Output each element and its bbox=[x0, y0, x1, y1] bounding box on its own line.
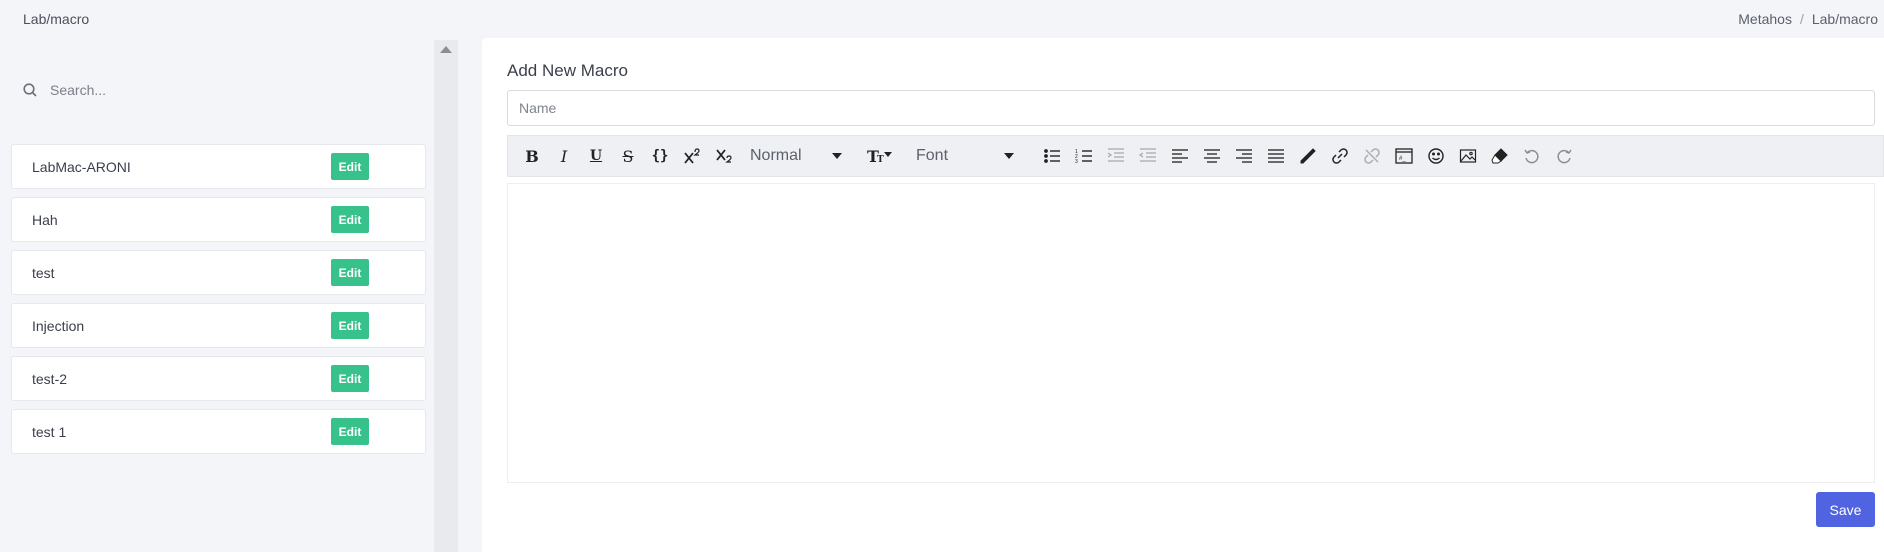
macro-sidebar: LabMac-ARONI Edit Hah Edit test Edit Inj… bbox=[0, 40, 434, 552]
link-icon[interactable] bbox=[1324, 142, 1356, 170]
font-family-select[interactable]: Font bbox=[910, 142, 1020, 170]
edit-button[interactable]: Edit bbox=[331, 312, 369, 339]
macro-name-input[interactable] bbox=[507, 90, 1875, 126]
subscript-icon[interactable] bbox=[708, 142, 740, 170]
macro-name: Injection bbox=[32, 317, 85, 334]
align-center-icon[interactable] bbox=[1196, 142, 1228, 170]
indent-icon[interactable] bbox=[1100, 142, 1132, 170]
edit-button[interactable]: Edit bbox=[331, 259, 369, 286]
redo-icon[interactable] bbox=[1548, 142, 1580, 170]
page-title: Lab/macro bbox=[23, 11, 90, 27]
sidebar-scrollbar[interactable] bbox=[434, 40, 458, 552]
edit-button[interactable]: Edit bbox=[331, 418, 369, 445]
list-item[interactable]: test Edit bbox=[11, 250, 426, 295]
search-icon bbox=[23, 83, 37, 97]
outdent-icon[interactable] bbox=[1132, 142, 1164, 170]
image-icon[interactable] bbox=[1452, 142, 1484, 170]
top-bar: Lab/macro Metahos / Lab/macro bbox=[0, 0, 1884, 38]
html-embed-icon[interactable]: #_ bbox=[1388, 142, 1420, 170]
macro-name: LabMac-ARONI bbox=[32, 158, 131, 175]
breadcrumb-separator: / bbox=[1799, 11, 1804, 27]
bulleted-list-icon[interactable] bbox=[1036, 142, 1068, 170]
eraser-icon[interactable] bbox=[1484, 142, 1516, 170]
strikethrough-icon[interactable]: S bbox=[612, 142, 644, 170]
align-right-icon[interactable] bbox=[1228, 142, 1260, 170]
edit-button[interactable]: Edit bbox=[331, 365, 369, 392]
unlink-icon[interactable] bbox=[1356, 142, 1388, 170]
edit-button[interactable]: Edit bbox=[331, 153, 369, 180]
list-item[interactable]: Hah Edit bbox=[11, 197, 426, 242]
paragraph-style-value: Normal bbox=[750, 147, 802, 164]
italic-icon[interactable]: I bbox=[548, 142, 580, 170]
list-item[interactable]: Injection Edit bbox=[11, 303, 426, 348]
underline-icon[interactable]: U bbox=[580, 142, 612, 170]
search-input[interactable] bbox=[50, 82, 350, 98]
editor-toolbar: B I U S {} Normal TT Font 123 #_ bbox=[507, 135, 1884, 177]
svg-text:#_: #_ bbox=[1399, 156, 1406, 162]
breadcrumb-item-home[interactable]: Metahos bbox=[1738, 11, 1792, 27]
bold-icon[interactable]: B bbox=[516, 142, 548, 170]
svg-text:3: 3 bbox=[1075, 159, 1078, 165]
list-item[interactable]: LabMac-ARONI Edit bbox=[11, 144, 426, 189]
chevron-down-icon bbox=[832, 153, 842, 159]
rich-text-editor[interactable] bbox=[507, 183, 1875, 483]
superscript-icon[interactable] bbox=[676, 142, 708, 170]
code-braces-icon[interactable]: {} bbox=[644, 142, 676, 170]
edit-button[interactable]: Edit bbox=[331, 206, 369, 233]
align-justify-icon[interactable] bbox=[1260, 142, 1292, 170]
numbered-list-icon[interactable]: 123 bbox=[1068, 142, 1100, 170]
text-color-brush-icon[interactable] bbox=[1292, 142, 1324, 170]
macro-list: LabMac-ARONI Edit Hah Edit test Edit Inj… bbox=[11, 144, 426, 462]
macro-name: test-2 bbox=[32, 370, 68, 387]
svg-text:T: T bbox=[877, 155, 884, 165]
scroll-up-arrow-icon[interactable] bbox=[440, 46, 452, 53]
macro-name: test bbox=[32, 264, 55, 281]
save-button[interactable]: Save bbox=[1816, 492, 1875, 527]
align-left-icon[interactable] bbox=[1164, 142, 1196, 170]
paragraph-style-select[interactable]: Normal bbox=[744, 142, 848, 170]
list-item[interactable]: test 1 Edit bbox=[11, 409, 426, 454]
macro-name: Hah bbox=[32, 211, 58, 228]
macro-name: test 1 bbox=[32, 423, 67, 440]
search-box bbox=[22, 70, 402, 110]
font-family-value: Font bbox=[916, 147, 949, 164]
font-size-icon[interactable]: TT bbox=[858, 142, 902, 170]
breadcrumb-item-current: Lab/macro bbox=[1811, 11, 1878, 27]
form-title: Add New Macro bbox=[507, 61, 628, 80]
chevron-down-icon bbox=[1004, 153, 1014, 159]
list-item[interactable]: test-2 Edit bbox=[11, 356, 426, 401]
undo-icon[interactable] bbox=[1516, 142, 1548, 170]
breadcrumb: Metahos / Lab/macro bbox=[1738, 11, 1878, 27]
emoji-icon[interactable] bbox=[1420, 142, 1452, 170]
macro-editor-panel: Add New Macro B I U S {} Normal TT Font … bbox=[482, 38, 1884, 552]
